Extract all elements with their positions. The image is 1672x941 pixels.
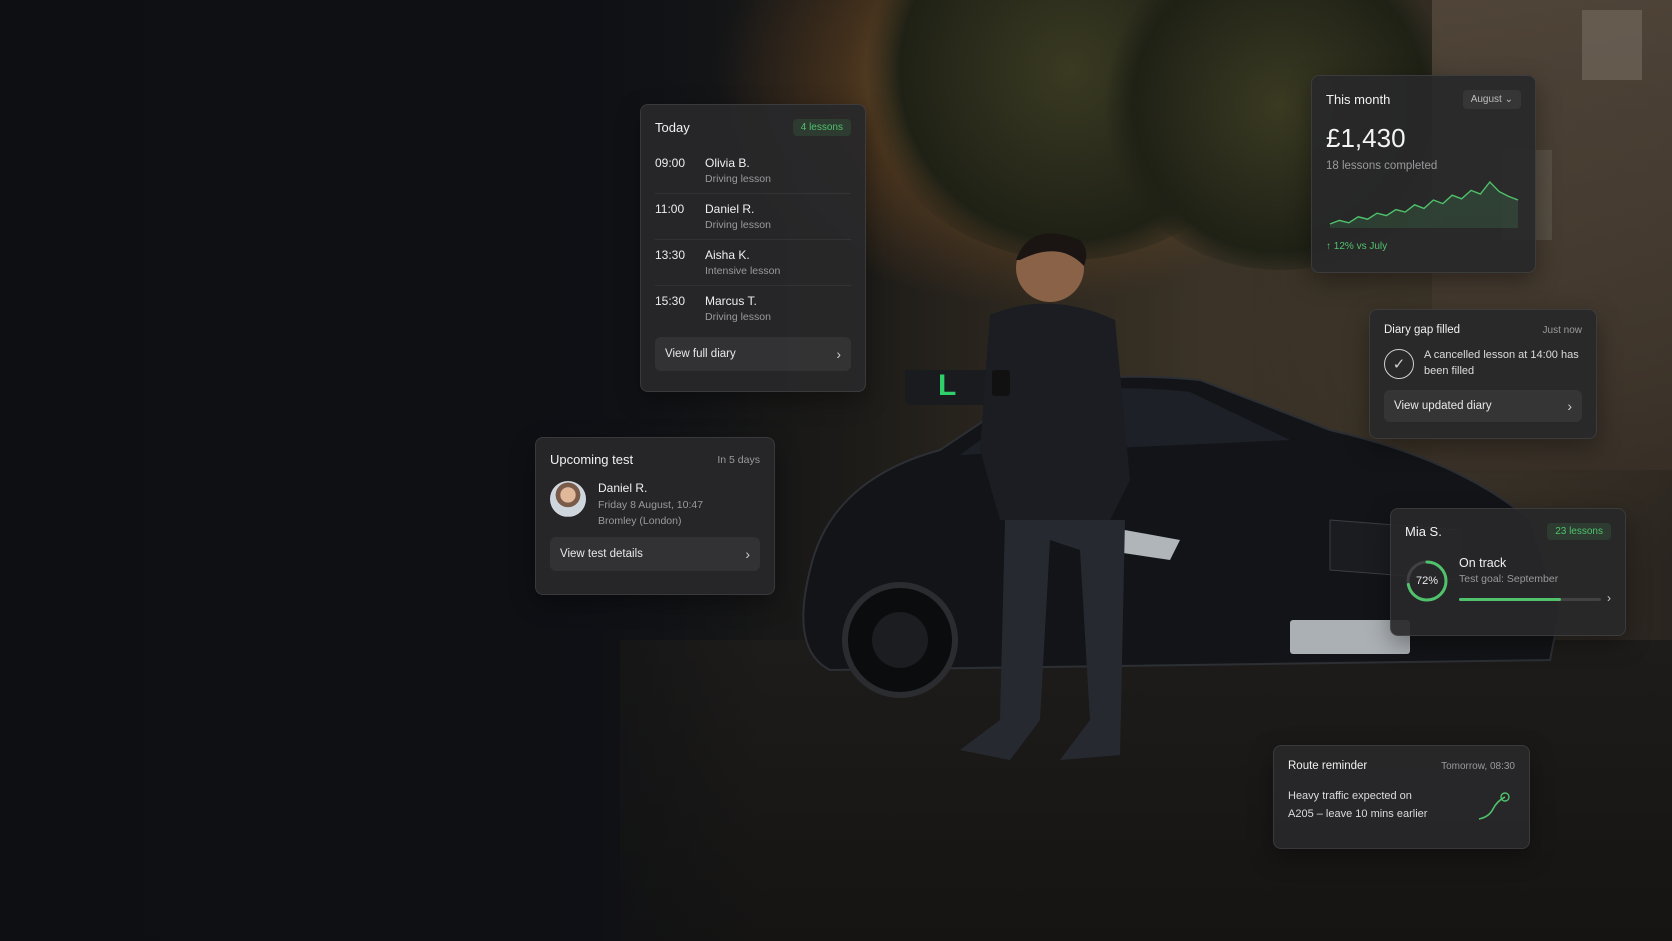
upcoming-test-title: Upcoming test <box>550 452 634 467</box>
this-month-card: This month August ⌄ £1,430 18 lessons co… <box>1311 75 1536 273</box>
chevron-right-icon: › <box>836 346 841 362</box>
today-title: Today <box>655 120 690 135</box>
diary-gap-card: Diary gap filled Just now ✓ A cancelled … <box>1369 309 1597 439</box>
test-student-name: Daniel R. <box>598 481 648 495</box>
sparkline-area <box>1330 182 1518 228</box>
lessons-count-badge: 4 lessons <box>792 119 851 136</box>
diary-gap-time: Just now <box>1542 324 1582 336</box>
lesson-student: Daniel R. <box>705 202 755 216</box>
view-test-details-label: View test details <box>560 548 643 560</box>
lesson-type: Driving lesson <box>705 311 771 323</box>
chevron-right-icon: › <box>745 546 750 562</box>
lesson-type: Intensive lesson <box>705 265 781 277</box>
trend-label: 12% vs July <box>1333 241 1388 252</box>
route-line-2: A205 – leave 10 mins earlier <box>1288 807 1428 820</box>
lesson-time: 09:00 <box>655 156 686 170</box>
route-line-1: Heavy traffic expected on <box>1288 790 1412 802</box>
lesson-list: 09:00 Olivia B. Driving lesson 11:00 Dan… <box>655 148 851 331</box>
lesson-item[interactable]: 11:00 Daniel R. Driving lesson <box>655 194 851 240</box>
route-map-icon <box>1478 791 1510 820</box>
view-updated-diary-label: View updated diary <box>1394 399 1492 412</box>
test-goal: Test goal: September <box>1459 573 1559 585</box>
view-test-details-button[interactable]: View test details › <box>550 537 760 571</box>
month-dropdown[interactable]: August ⌄ <box>1462 90 1521 109</box>
chevron-right-icon: › <box>1607 591 1611 605</box>
arrow-up-icon: ↑ <box>1326 241 1331 252</box>
lessons-completed: 18 lessons completed <box>1326 160 1438 172</box>
test-countdown: In 5 days <box>717 453 760 466</box>
avatar <box>550 481 586 517</box>
route-reminder-time: Tomorrow, 08:30 <box>1441 760 1515 772</box>
view-full-diary-button[interactable]: View full diary › <box>655 337 851 371</box>
lesson-time: 15:30 <box>655 294 686 308</box>
diary-gap-message: A cancelled lesson at 14:00 has been fil… <box>1424 349 1579 377</box>
lesson-type: Driving lesson <box>705 219 771 231</box>
student-name: Mia S. <box>1405 524 1442 539</box>
lesson-time: 11:00 <box>655 202 685 216</box>
progress-status: On track <box>1459 556 1507 570</box>
earnings-amount: £1,430 <box>1326 123 1406 153</box>
view-full-diary-label: View full diary <box>665 348 736 360</box>
chevron-right-icon: › <box>1567 397 1572 414</box>
progress-ring: 72% <box>1405 559 1449 603</box>
lesson-item[interactable]: 09:00 Olivia B. Driving lesson <box>655 148 851 194</box>
instructor-figure <box>960 233 1130 760</box>
lesson-student: Olivia B. <box>705 156 750 170</box>
month-dropdown-value: August <box>1470 94 1502 105</box>
diary-gap-title: Diary gap filled <box>1384 324 1461 336</box>
lesson-student: Marcus T. <box>705 294 757 308</box>
earnings-sparkline <box>1329 180 1519 228</box>
student-progress-card[interactable]: Mia S. 23 lessons 72% On track Test goal… <box>1390 508 1626 636</box>
route-reminder-title: Route reminder <box>1288 760 1368 772</box>
progress-bar <box>1459 597 1601 601</box>
lesson-student: Aisha K. <box>705 248 750 262</box>
student-lessons-badge: 23 lessons <box>1547 523 1611 540</box>
lesson-item[interactable]: 13:30 Aisha K. Intensive lesson <box>655 240 851 286</box>
today-card: Today 4 lessons 09:00 Olivia B. Driving … <box>640 104 866 392</box>
chevron-down-icon: ⌄ <box>1504 94 1513 105</box>
lesson-time: 13:30 <box>655 248 686 262</box>
check-circle-icon: ✓ <box>1384 348 1414 379</box>
test-location: Bromley (London) <box>598 515 682 527</box>
upcoming-test-card: Upcoming test In 5 days Daniel R. Friday… <box>535 437 775 595</box>
lesson-type: Driving lesson <box>705 173 771 185</box>
test-date: Friday 8 August, 10:47 <box>598 499 704 511</box>
lesson-item[interactable]: 15:30 Marcus T. Driving lesson <box>655 286 851 331</box>
progress-percent: 72% <box>1415 574 1439 587</box>
route-reminder-card: Route reminder Tomorrow, 08:30 Heavy tra… <box>1273 745 1530 849</box>
view-updated-diary-button[interactable]: View updated diary › <box>1384 389 1582 422</box>
this-month-title: This month <box>1326 92 1391 107</box>
